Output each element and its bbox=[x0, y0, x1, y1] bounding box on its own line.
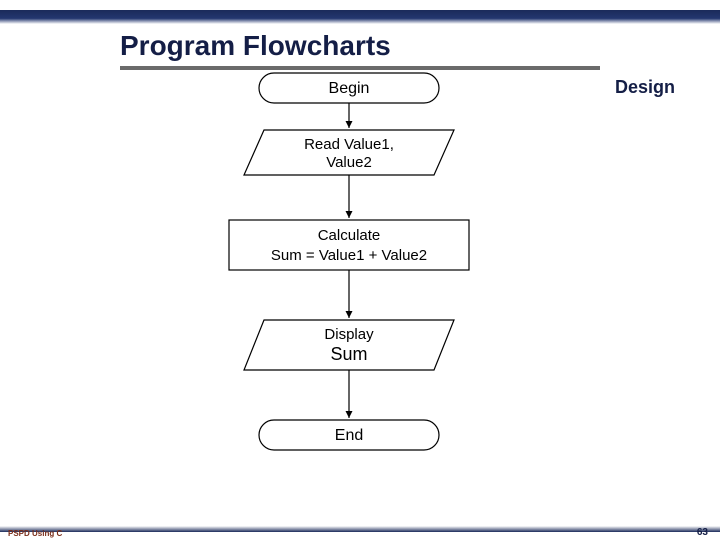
node-read-line2: Value2 bbox=[326, 154, 372, 171]
node-read-line1: Read Value1, bbox=[304, 136, 394, 153]
node-begin: Begin bbox=[259, 73, 439, 103]
node-end-label: End bbox=[335, 427, 363, 444]
footer-left: PSPD Using C bbox=[8, 529, 62, 538]
node-display-line1: Display bbox=[324, 326, 374, 343]
node-display: Display Sum bbox=[244, 320, 454, 370]
node-begin-label: Begin bbox=[329, 80, 370, 97]
node-calc-line1: Calculate bbox=[318, 227, 381, 244]
footer-bar bbox=[0, 526, 720, 532]
node-end: End bbox=[259, 420, 439, 450]
node-display-line2: Sum bbox=[330, 344, 367, 364]
flowchart-svg: Begin Read Value1, Value2 Calculate Sum … bbox=[0, 0, 720, 540]
node-calc: Calculate Sum = Value1 + Value2 bbox=[229, 220, 469, 270]
node-read: Read Value1, Value2 bbox=[244, 130, 454, 175]
node-calc-line2: Sum = Value1 + Value2 bbox=[271, 247, 427, 264]
page-number: 63 bbox=[697, 527, 708, 538]
